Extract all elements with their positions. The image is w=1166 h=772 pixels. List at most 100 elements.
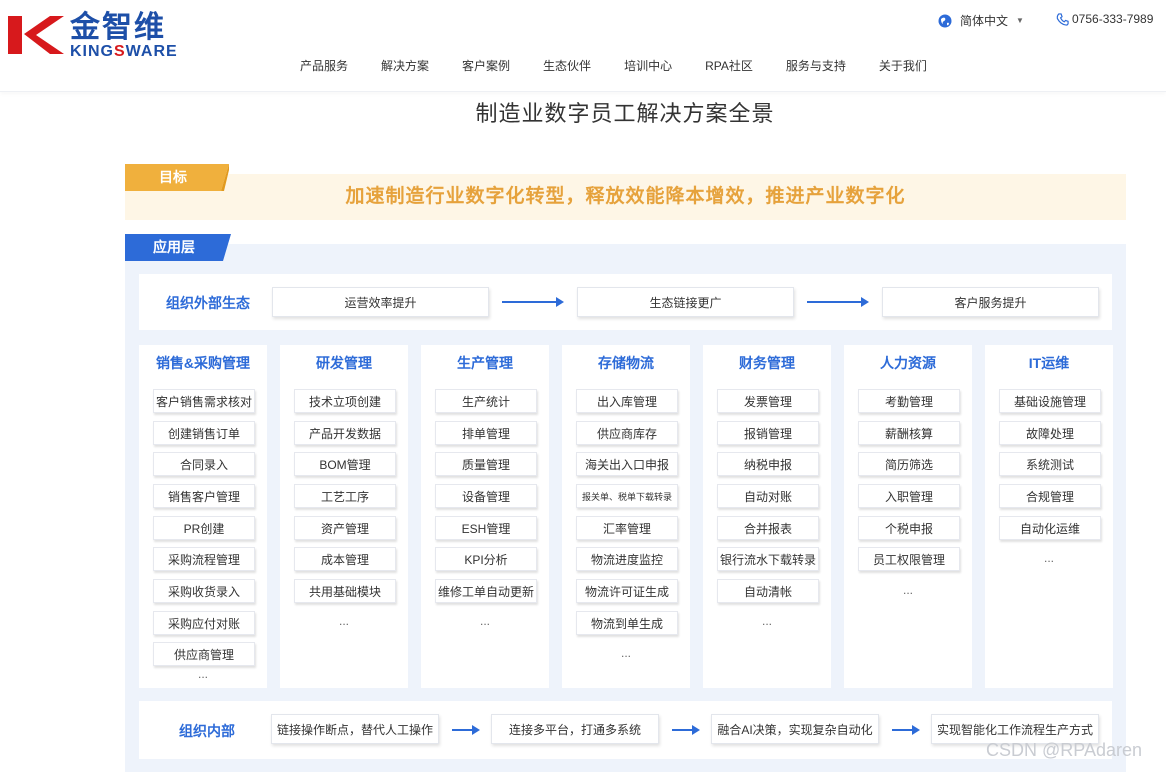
module-item[interactable]: 基础设施管理 bbox=[999, 389, 1101, 413]
column-human-resources: 人力资源 考勤管理 薪酬核算 简历筛选 入职管理 个税申报 员工权限管理 ... bbox=[844, 345, 972, 688]
module-item[interactable]: 资产管理 bbox=[294, 516, 396, 540]
module-item[interactable]: 质量管理 bbox=[435, 452, 537, 476]
logo-english-name: KINGSWARE bbox=[70, 43, 178, 60]
module-item[interactable]: 产品开发数据 bbox=[294, 421, 396, 445]
module-item[interactable]: 工艺工序 bbox=[294, 484, 396, 508]
external-step-customer-service[interactable]: 客户服务提升 bbox=[882, 287, 1099, 317]
module-item[interactable]: ESH管理 bbox=[435, 516, 537, 540]
phone-contact[interactable]: 0756-333-7989 bbox=[1056, 12, 1153, 26]
module-item[interactable]: 设备管理 bbox=[435, 484, 537, 508]
module-item[interactable]: 供应商管理 bbox=[153, 642, 255, 666]
column-finance: 财务管理 发票管理 报销管理 纳税申报 自动对账 合并报表 银行流水下载转录 自… bbox=[703, 345, 831, 688]
module-item[interactable]: 合规管理 bbox=[999, 484, 1101, 508]
column-it-operations: IT运维 基础设施管理 故障处理 系统测试 合规管理 自动化运维 ... bbox=[985, 345, 1113, 688]
module-item[interactable]: 自动化运维 bbox=[999, 516, 1101, 540]
more-ellipsis: ... bbox=[761, 614, 772, 628]
module-item[interactable]: 排单管理 bbox=[435, 421, 537, 445]
module-item[interactable]: 采购流程管理 bbox=[153, 547, 255, 571]
column-title: 研发管理 bbox=[316, 355, 372, 371]
module-item[interactable]: 纳税申报 bbox=[717, 452, 819, 476]
arrow-right-icon bbox=[807, 297, 869, 307]
module-item[interactable]: 发票管理 bbox=[717, 389, 819, 413]
module-item[interactable]: 采购收货录入 bbox=[153, 579, 255, 603]
phone-number: 0756-333-7989 bbox=[1072, 12, 1154, 26]
module-item[interactable]: 供应商库存 bbox=[576, 421, 678, 445]
more-ellipsis: ... bbox=[479, 614, 490, 628]
caret-down-icon: ▼ bbox=[1016, 16, 1024, 25]
external-step-ecosystem[interactable]: 生态链接更广 bbox=[577, 287, 794, 317]
module-item[interactable]: 汇率管理 bbox=[576, 516, 678, 540]
module-item[interactable]: KPI分析 bbox=[435, 547, 537, 571]
module-item[interactable]: 维修工单自动更新 bbox=[435, 579, 537, 603]
language-selector[interactable]: 简体中文 ▼ bbox=[938, 12, 1024, 29]
module-item[interactable]: 销售客户管理 bbox=[153, 484, 255, 508]
page-title: 制造业数字员工解决方案全景 bbox=[475, 101, 775, 126]
module-item[interactable]: 银行流水下载转录 bbox=[717, 547, 819, 571]
nav-item-solutions[interactable]: 解决方案 bbox=[381, 57, 429, 74]
module-item[interactable]: 员工权限管理 bbox=[858, 547, 960, 571]
module-item[interactable]: 海关出入口申报 bbox=[576, 452, 678, 476]
arrow-right-icon bbox=[452, 725, 480, 735]
external-step-efficiency[interactable]: 运营效率提升 bbox=[272, 287, 489, 317]
nav-item-products[interactable]: 产品服务 bbox=[300, 57, 348, 74]
internal-step-multi-platform[interactable]: 连接多平台，打通多系统 bbox=[491, 714, 659, 744]
main-nav: 产品服务 解决方案 客户案例 生态伙伴 培训中心 RPA社区 服务与支持 关于我… bbox=[300, 57, 960, 74]
module-item[interactable]: 技术立项创建 bbox=[294, 389, 396, 413]
module-item[interactable]: 简历筛选 bbox=[858, 452, 960, 476]
module-item[interactable]: 报销管理 bbox=[717, 421, 819, 445]
nav-item-about[interactable]: 关于我们 bbox=[879, 57, 927, 74]
internal-step-replace-manual[interactable]: 链接操作断点，替代人工操作 bbox=[271, 714, 439, 744]
nav-item-partners[interactable]: 生态伙伴 bbox=[543, 57, 591, 74]
logo-chinese-name: 金智维 bbox=[70, 11, 166, 44]
column-title: 销售&采购管理 bbox=[155, 355, 251, 371]
module-item[interactable]: 系统测试 bbox=[999, 452, 1101, 476]
logo-k-mark-icon bbox=[8, 16, 64, 54]
arrow-right-icon bbox=[502, 297, 564, 307]
module-item[interactable]: 自动清帐 bbox=[717, 579, 819, 603]
module-item[interactable]: 合同录入 bbox=[153, 452, 255, 476]
more-ellipsis: ... bbox=[902, 583, 913, 597]
module-item[interactable]: 创建销售订单 bbox=[153, 421, 255, 445]
column-title: 存储物流 bbox=[598, 355, 654, 371]
column-title: 财务管理 bbox=[739, 355, 795, 371]
module-item[interactable]: 故障处理 bbox=[999, 421, 1101, 445]
column-title: IT运维 bbox=[1028, 355, 1070, 371]
module-item[interactable]: 个税申报 bbox=[858, 516, 960, 540]
module-item[interactable]: 成本管理 bbox=[294, 547, 396, 571]
globe-icon bbox=[938, 14, 952, 27]
module-item[interactable]: 考勤管理 bbox=[858, 389, 960, 413]
more-ellipsis: ... bbox=[1043, 551, 1054, 565]
kingsware-logo[interactable]: 金智维 KINGSWARE bbox=[6, 11, 178, 60]
module-item[interactable]: BOM管理 bbox=[294, 452, 396, 476]
module-item[interactable]: 出入库管理 bbox=[576, 389, 678, 413]
nav-item-training[interactable]: 培训中心 bbox=[624, 57, 672, 74]
module-item[interactable]: 物流进度监控 bbox=[576, 547, 678, 571]
more-ellipsis: ... bbox=[338, 614, 349, 628]
nav-item-support[interactable]: 服务与支持 bbox=[786, 57, 846, 74]
internal-step-ai-decision[interactable]: 融合AI决策，实现复杂自动化 bbox=[711, 714, 879, 744]
module-item[interactable]: 物流到单生成 bbox=[576, 611, 678, 635]
nav-item-cases[interactable]: 客户案例 bbox=[462, 57, 510, 74]
module-item[interactable]: PR创建 bbox=[153, 516, 255, 540]
module-item[interactable]: 入职管理 bbox=[858, 484, 960, 508]
module-item[interactable]: 合并报表 bbox=[717, 516, 819, 540]
module-item[interactable]: 生产统计 bbox=[435, 389, 537, 413]
module-item[interactable]: 报关单、税单下载转录 bbox=[576, 484, 678, 508]
module-item[interactable]: 薪酬核算 bbox=[858, 421, 960, 445]
module-item[interactable]: 采购应付对账 bbox=[153, 611, 255, 635]
watermark: CSDN @RPAdaren bbox=[986, 740, 1142, 760]
module-item[interactable]: 共用基础模块 bbox=[294, 579, 396, 603]
column-title: 人力资源 bbox=[880, 355, 936, 371]
module-item[interactable]: 物流许可证生成 bbox=[576, 579, 678, 603]
arrow-right-icon bbox=[892, 725, 920, 735]
phone-icon bbox=[1056, 12, 1069, 26]
goal-statement: 加速制造行业数字化转型，释放效能降本增效，推进产业数字化 bbox=[345, 186, 906, 207]
column-sales-procurement: 销售&采购管理 客户销售需求核对 创建销售订单 合同录入 销售客户管理 PR创建… bbox=[139, 345, 267, 688]
nav-item-rpa-community[interactable]: RPA社区 bbox=[705, 57, 753, 74]
module-item[interactable]: 客户销售需求核对 bbox=[153, 389, 255, 413]
column-rd-management: 研发管理 技术立项创建 产品开发数据 BOM管理 工艺工序 资产管理 成本管理 … bbox=[280, 345, 408, 688]
column-title: 生产管理 bbox=[457, 355, 513, 371]
language-label: 简体中文 bbox=[960, 14, 1009, 28]
module-item[interactable]: 自动对账 bbox=[717, 484, 819, 508]
external-ecosystem-row: 组织外部生态 运营效率提升 生态链接更广 客户服务提升 bbox=[139, 274, 1112, 330]
